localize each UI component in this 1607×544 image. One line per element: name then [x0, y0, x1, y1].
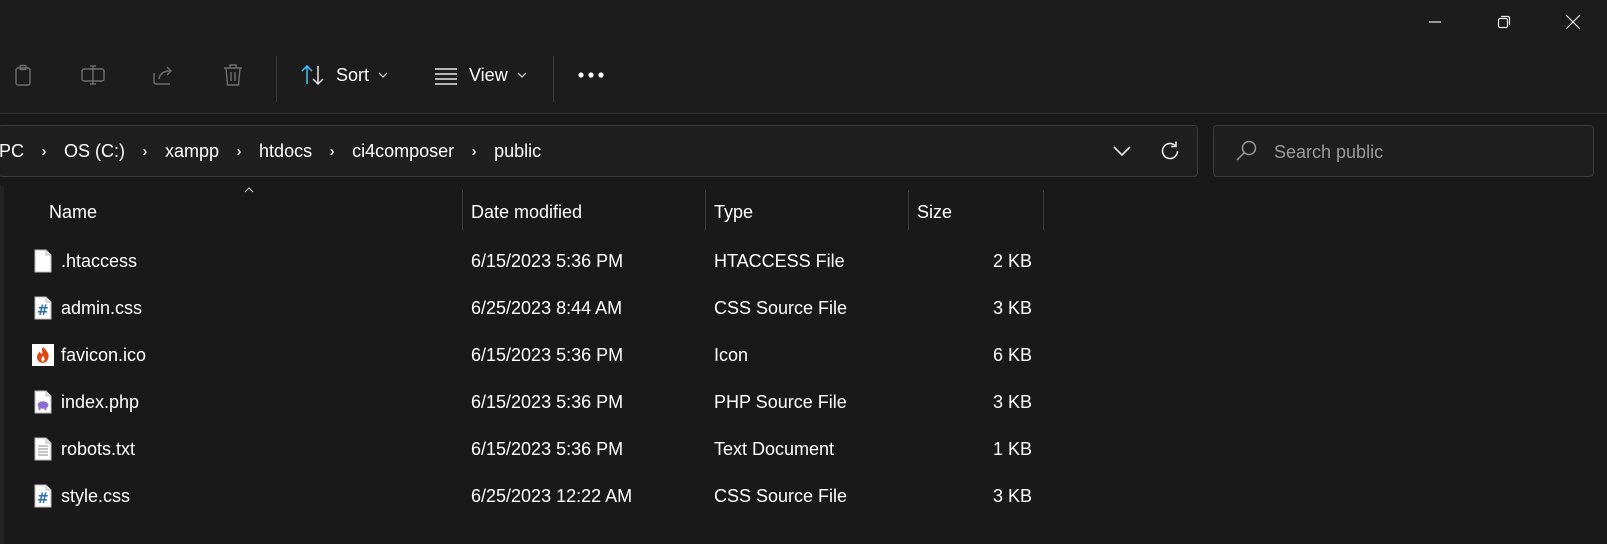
breadcrumb-item-xampp[interactable]: xampp	[165, 141, 219, 162]
close-icon	[1565, 14, 1580, 30]
refresh-button[interactable]	[1156, 138, 1184, 164]
column-header-name[interactable]: Name	[49, 190, 459, 234]
svg-text:#: #	[37, 303, 49, 319]
file-date: 6/15/2023 5:36 PM	[471, 392, 624, 412]
file-size: 3 KB	[992, 392, 1032, 412]
more-options-button[interactable]	[568, 52, 614, 98]
file-name: style.css	[61, 486, 131, 506]
file-row-admin-css[interactable]: # admin.css 6/25/2023 8:44 AM CSS Source…	[0, 285, 1050, 332]
column-divider[interactable]	[1043, 190, 1044, 230]
view-icon	[435, 68, 457, 85]
file-name: admin.css	[61, 298, 143, 318]
breadcrumb-item-htdocs[interactable]: htdocs	[259, 141, 312, 162]
chevron-right-icon[interactable]: ›	[125, 143, 165, 160]
file-size: 3 KB	[992, 486, 1032, 506]
column-header-date-label: Date modified	[471, 201, 583, 222]
file-type: CSS Source File	[714, 298, 848, 318]
column-divider[interactable]	[908, 190, 909, 230]
chevron-right-icon[interactable]: ›	[454, 143, 494, 160]
share-icon	[153, 66, 172, 85]
more-icon	[578, 72, 604, 78]
column-header-type-label: Type	[714, 201, 754, 222]
file-name: index.php	[61, 392, 140, 412]
file-name: .htaccess	[61, 251, 138, 271]
share-button[interactable]	[141, 52, 187, 98]
file-type: CSS Source File	[714, 486, 848, 506]
column-header-type[interactable]: Type	[714, 190, 904, 234]
toolbar-separator	[553, 56, 554, 102]
search-input[interactable]	[1272, 136, 1576, 168]
codeigniter-icon	[32, 344, 54, 366]
column-divider[interactable]	[705, 190, 706, 230]
file-name: favicon.ico	[61, 345, 147, 365]
view-button[interactable]: View	[433, 52, 528, 98]
file-size: 2 KB	[992, 251, 1032, 271]
file-type: HTACCESS File	[714, 251, 845, 271]
refresh-icon	[1161, 141, 1179, 160]
restore-icon	[1497, 15, 1510, 29]
css-file-icon: #	[34, 296, 52, 320]
file-name: robots.txt	[61, 439, 136, 459]
search-box[interactable]	[1213, 125, 1594, 177]
column-divider[interactable]	[462, 190, 463, 230]
recent-locations-button[interactable]	[1107, 140, 1137, 162]
svg-text:#: #	[37, 491, 49, 507]
copy-icon	[15, 64, 31, 86]
sort-button[interactable]: Sort	[300, 52, 389, 98]
file-date: 6/25/2023 8:44 AM	[471, 298, 623, 318]
toolbar-separator	[276, 56, 277, 102]
text-file-icon	[34, 437, 52, 461]
delete-icon	[224, 64, 242, 86]
sort-label: Sort	[336, 64, 370, 85]
sort-icon	[301, 64, 324, 86]
search-icon	[1236, 140, 1257, 161]
breadcrumb-item-public[interactable]: public	[494, 141, 541, 162]
file-type: PHP Source File	[714, 392, 847, 412]
file-row-htaccess[interactable]: .htaccess 6/15/2023 5:36 PM HTACCESS Fil…	[0, 238, 1050, 285]
rename-icon	[81, 65, 105, 85]
file-type: Text Document	[714, 439, 835, 459]
column-header-date[interactable]: Date modified	[471, 190, 701, 234]
file-size: 1 KB	[992, 439, 1032, 459]
minimize-button[interactable]	[1400, 0, 1469, 44]
column-header-size-label: Size	[917, 201, 953, 222]
window-controls	[1400, 0, 1607, 44]
php-file-icon	[34, 390, 52, 414]
file-date: 6/15/2023 5:36 PM	[471, 251, 624, 271]
file-row-robots-txt[interactable]: robots.txt 6/15/2023 5:36 PM Text Docume…	[0, 426, 1050, 473]
file-date: 6/25/2023 12:22 AM	[471, 486, 633, 506]
css-file-icon: #	[34, 484, 52, 508]
divider	[0, 113, 1607, 114]
address-bar[interactable]: PC › OS (C:) › xampp › htdocs › ci4compo…	[0, 125, 1198, 177]
file-type: Icon	[714, 345, 749, 365]
blank-file-icon	[34, 249, 52, 273]
breadcrumb-item-ci4composer[interactable]: ci4composer	[352, 141, 454, 162]
breadcrumb-item-drive[interactable]: OS (C:)	[64, 141, 125, 162]
restore-button[interactable]	[1469, 0, 1538, 44]
breadcrumb-item-pc[interactable]: PC	[0, 141, 24, 162]
chevron-down-icon	[1113, 146, 1131, 157]
chevron-right-icon[interactable]: ›	[219, 143, 259, 160]
chevron-down-icon	[517, 72, 527, 78]
copy-button[interactable]	[0, 52, 46, 98]
chevron-right-icon[interactable]: ›	[24, 143, 64, 160]
column-headers: Name Date modified Type Size	[0, 190, 1050, 234]
file-size: 6 KB	[992, 345, 1032, 365]
file-size: 3 KB	[992, 298, 1032, 318]
file-row-index-php[interactable]: index.php 6/15/2023 5:36 PM PHP Source F…	[0, 379, 1050, 426]
close-button[interactable]	[1538, 0, 1607, 44]
column-header-name-label: Name	[49, 201, 98, 222]
minimize-icon	[1428, 21, 1441, 23]
column-header-size[interactable]: Size	[917, 190, 1037, 234]
delete-button[interactable]	[210, 52, 256, 98]
file-date: 6/15/2023 5:36 PM	[471, 439, 624, 459]
chevron-right-icon[interactable]: ›	[312, 143, 352, 160]
rename-button[interactable]	[70, 52, 116, 98]
breadcrumb: PC › OS (C:) › xampp › htdocs › ci4compo…	[0, 126, 541, 176]
chevron-down-icon	[378, 72, 388, 78]
file-row-favicon[interactable]: favicon.ico 6/15/2023 5:36 PM Icon 6 KB	[0, 332, 1050, 379]
file-row-style-css[interactable]: # style.css 6/25/2023 12:22 AM CSS Sourc…	[0, 473, 1050, 520]
view-label: View	[469, 64, 508, 85]
file-date: 6/15/2023 5:36 PM	[471, 345, 624, 365]
